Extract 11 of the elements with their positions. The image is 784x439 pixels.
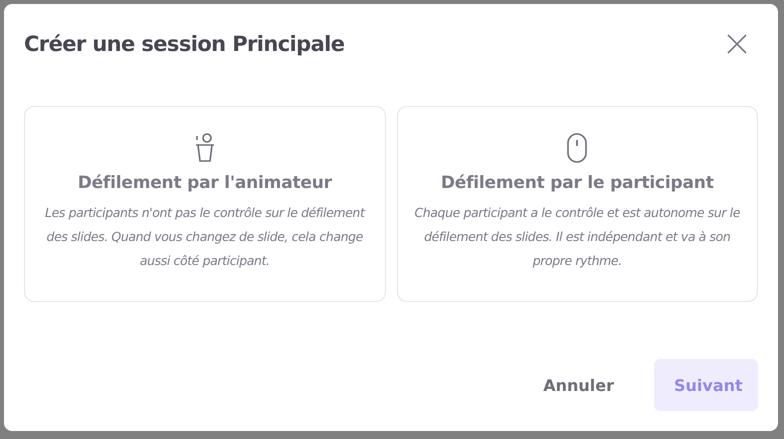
mouse-icon (566, 133, 588, 163)
cancel-button[interactable]: Annuler (523, 359, 634, 411)
option-title: Défilement par le participant (440, 173, 714, 193)
close-icon[interactable] (726, 33, 748, 55)
presenter-icon (194, 133, 216, 163)
dialog-title: Créer une session Principale (24, 32, 344, 56)
option-description: Chaque participant a le contrôle et est autonome sur le défilement des slides. Il est indépendant et va à son propre rythme. (413, 204, 742, 270)
option-description: Les participants n'ont pas le contrôle sur le défilement des slides. Quand vous changez de slide, cela change aussi côté participant. (44, 204, 366, 270)
option-card[interactable]: Défilement par le participant Chaque participant a le contrôle et est autonome sur le défilement des slides. Il est indépendant et va à son propre rythme. (396, 106, 758, 302)
option-title: Défilement par l'animateur (78, 173, 332, 193)
option-card[interactable]: Défilement par l'animateur Les participants n'ont pas le contrôle sur le défilement des slides. Quand vous changez de slide, cela change aussi côté participant. (24, 106, 386, 302)
